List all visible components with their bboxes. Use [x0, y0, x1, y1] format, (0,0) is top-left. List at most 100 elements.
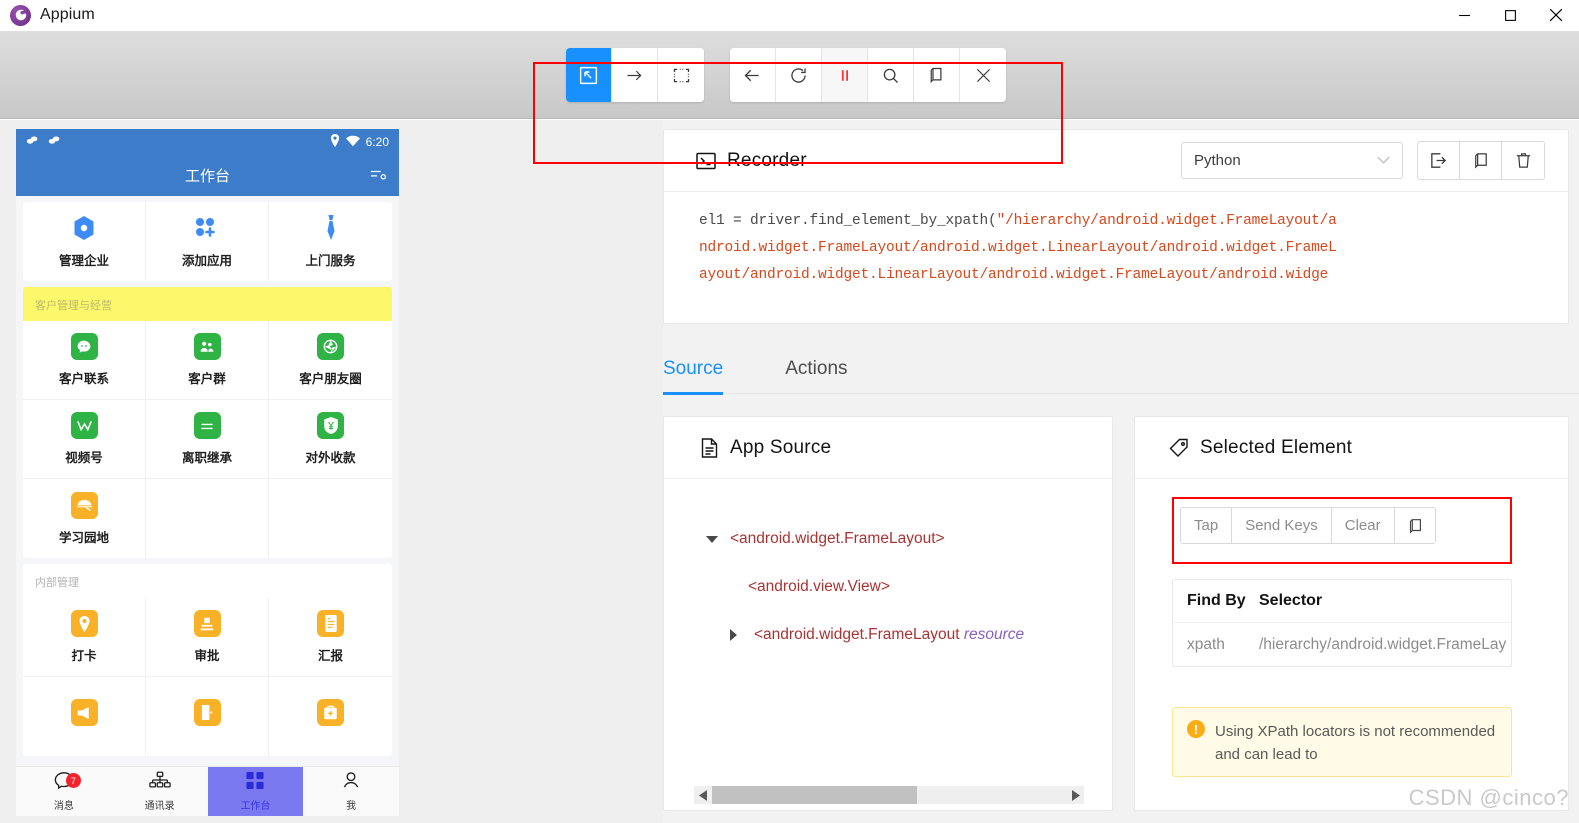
show-code-boilerplate-icon[interactable]: [1418, 142, 1460, 179]
tree-node[interactable]: <android.widget.FrameLayout resource: [664, 611, 1112, 659]
device-tab-messages[interactable]: 7 消息: [16, 767, 112, 816]
search-for-element-icon[interactable]: [868, 48, 914, 102]
study-icon: [70, 491, 98, 519]
language-select[interactable]: Python: [1181, 142, 1403, 179]
device-tab-bar: 7 消息 通讯录 工作台 我: [16, 766, 399, 816]
chevron-right-icon[interactable]: [1066, 786, 1084, 804]
device-tile-empty: [269, 479, 392, 558]
add-app-icon: [194, 215, 221, 242]
device-tab-contacts[interactable]: 通讯录: [112, 767, 208, 816]
cell-selector: /hierarchy/android.widget.FrameLay: [1259, 635, 1507, 653]
table-row[interactable]: xpath /hierarchy/android.widget.FrameLay: [1173, 622, 1511, 666]
appium-logo-icon: [10, 4, 31, 26]
swipe-by-coordinates-icon[interactable]: [612, 48, 658, 102]
tree-node-label: <android.widget.FrameLayout>: [730, 530, 945, 547]
device-top-card: 管理企业 添加应用 上门服务: [23, 202, 392, 281]
transfer-icon: [193, 412, 221, 439]
selected-element-title: Selected Element: [1200, 436, 1353, 458]
scrollbar-thumb[interactable]: [712, 786, 917, 804]
recorder-panel: Recorder Python el1 = driver.find_elemen…: [663, 129, 1569, 324]
device-app-tile[interactable]: 审批: [146, 598, 269, 677]
inspector-panel: Recorder Python el1 = driver.find_elemen…: [663, 120, 1579, 823]
clear-actions-icon[interactable]: [1502, 142, 1544, 179]
device-tile-label: 客户联系: [58, 372, 109, 386]
screenshot-panel: 6:20 工作台 管理企业 添加应用 上门服务 客户管理与经营 客户联系 客户群…: [0, 120, 663, 823]
chevron-down-icon: [1377, 152, 1390, 169]
copy-attributes-icon[interactable]: [1394, 508, 1435, 543]
close-button[interactable]: [1533, 0, 1579, 31]
maximize-button[interactable]: [1487, 0, 1533, 31]
device-section-internal: 内部管理 打卡 审批 汇报: [23, 564, 392, 756]
device-screenshot[interactable]: 6:20 工作台 管理企业 添加应用 上门服务 客户管理与经营 客户联系 客户群…: [16, 129, 399, 816]
code-prefix: el1 = driver.find_element_by_xpath(: [699, 213, 997, 229]
quit-session-icon[interactable]: [960, 48, 1006, 102]
chevron-down-icon[interactable]: [706, 535, 730, 543]
tree-node[interactable]: <android.view.View>: [664, 563, 1112, 611]
copy-code-icon[interactable]: [1460, 142, 1502, 179]
tab-actions[interactable]: Actions: [785, 358, 847, 394]
main-content: 6:20 工作台 管理企业 添加应用 上门服务 客户管理与经营 客户联系 客户群…: [0, 120, 1579, 823]
device-tab-profile[interactable]: 我: [303, 767, 399, 816]
device-section-title: 客户管理与经营: [23, 287, 392, 321]
device-app-tile[interactable]: 学习园地: [23, 479, 146, 558]
source-and-selection: App Source <android.widget.FrameLayout> …: [663, 416, 1571, 811]
inspector-toolbar: [0, 31, 1579, 164]
device-app-tile[interactable]: 添加应用: [146, 202, 269, 281]
toolbar-group-modes: [566, 48, 704, 102]
device-tab-label: 通讯录: [144, 801, 175, 812]
tap-button[interactable]: Tap: [1181, 508, 1233, 543]
tap-by-coordinates-icon[interactable]: [658, 48, 704, 102]
device-app-tile[interactable]: 打卡: [23, 598, 146, 677]
chat-icon: [70, 333, 98, 360]
unread-badge: 7: [65, 773, 81, 788]
pause-recording-icon[interactable]: [822, 48, 868, 102]
device-app-tile[interactable]: 对外收款: [269, 400, 392, 479]
location-pin-icon: [70, 610, 98, 637]
tree-node-label: <android.widget.FrameLayout: [754, 626, 964, 643]
device-app-tile[interactable]: 客户朋友圈: [269, 321, 392, 400]
recorder-code[interactable]: el1 = driver.find_element_by_xpath("/hie…: [664, 192, 1568, 289]
tie-icon: [317, 215, 344, 242]
back-icon[interactable]: [730, 48, 776, 102]
code-line-3: ayout/android.widget.LinearLayout/androi…: [699, 267, 1329, 283]
device-app-tile[interactable]: 离职继承: [146, 400, 269, 479]
device-app-tile[interactable]: 上门服务: [269, 202, 392, 281]
tab-source[interactable]: Source: [663, 358, 724, 395]
device-app-tile[interactable]: 汇报: [269, 598, 392, 677]
select-element-icon[interactable]: [566, 48, 612, 102]
code-line-1: "/hierarchy/android.widget.FrameLayout/a: [996, 213, 1337, 229]
app-source-title: App Source: [730, 436, 832, 458]
tree-node[interactable]: <android.widget.FrameLayout>: [664, 515, 1112, 563]
location-icon: [330, 134, 340, 150]
file-icon: [700, 437, 719, 458]
source-horizontal-scrollbar[interactable]: [694, 786, 1084, 804]
xpath-warning-text: Using XPath locators is not recommended …: [1215, 723, 1496, 763]
language-select-value: Python: [1194, 152, 1241, 169]
chevron-left-icon[interactable]: [694, 786, 712, 804]
selector-table: Find By Selector xpath /hierarchy/androi…: [1172, 579, 1512, 667]
device-tile-label: 视频号: [65, 451, 103, 465]
copy-xml-icon[interactable]: [914, 48, 960, 102]
device-app-tile[interactable]: 客户联系: [23, 321, 146, 400]
recorder-header: Recorder Python: [664, 130, 1568, 192]
chevron-right-icon[interactable]: [730, 629, 754, 641]
scrollbar-track[interactable]: [712, 786, 1066, 804]
refresh-icon[interactable]: [776, 48, 822, 102]
device-app-tile[interactable]: [269, 677, 392, 756]
selected-element-header: Selected Element: [1135, 417, 1568, 479]
device-app-tile[interactable]: 管理企业: [23, 202, 146, 281]
clear-button[interactable]: Clear: [1331, 508, 1395, 543]
announce-icon: [70, 699, 98, 726]
minimize-button[interactable]: [1441, 0, 1487, 31]
device-app-tile[interactable]: 客户群: [146, 321, 269, 400]
send-keys-button[interactable]: Send Keys: [1232, 508, 1332, 543]
device-tile-label: 审批: [194, 649, 220, 663]
device-app-tile[interactable]: [146, 677, 269, 756]
device-tab-label: 工作台: [240, 801, 271, 812]
workbench-icon: [245, 771, 265, 795]
recorder-title: Recorder: [727, 149, 807, 171]
device-tab-workbench[interactable]: 工作台: [207, 767, 304, 816]
device-app-tile[interactable]: [23, 677, 146, 756]
device-app-tile[interactable]: 视频号: [23, 400, 146, 479]
filter-settings-icon[interactable]: [369, 167, 387, 188]
